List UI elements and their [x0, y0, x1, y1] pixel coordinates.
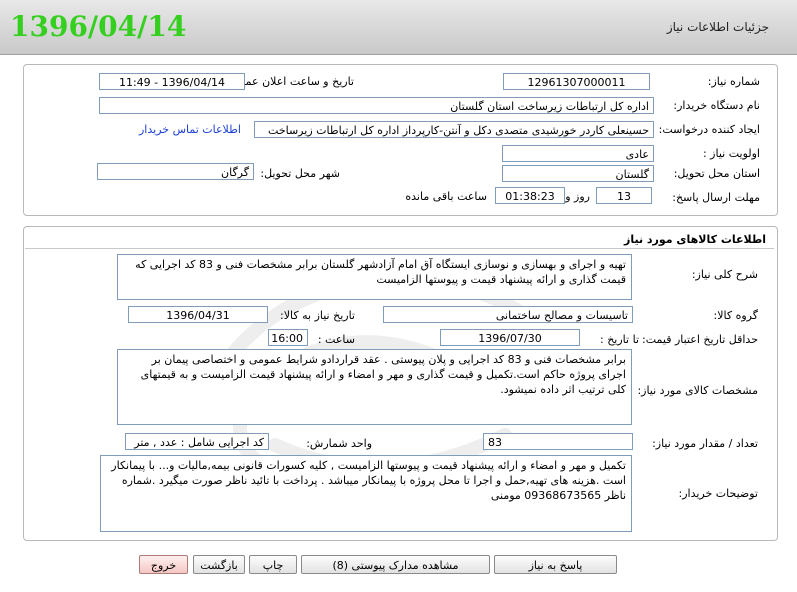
exit-button[interactable]: خروج [139, 555, 188, 574]
buyer-org-field: اداره کل ارتباطات زیرساخت استان گلستان [99, 97, 654, 114]
buyer-contact-link[interactable]: اطلاعات تماس خریدار [139, 123, 241, 136]
delivery-province-field: گلستان [502, 165, 654, 182]
need-date-label: تاریخ نیاز به کالا: [280, 309, 355, 322]
view-attachments-button[interactable]: مشاهده مدارک پیوستی (8) [301, 555, 490, 574]
page-title: جزئیات اطلاعات نیاز [666, 20, 769, 34]
print-button[interactable]: چاپ [249, 555, 297, 574]
reply-deadline-label: مهلت ارسال پاسخ: [672, 191, 760, 204]
until-date-field: 1396/07/30 [440, 329, 580, 346]
goods-specs-field: برابر مشخصات فنی و 83 کد اجرایی و پلان پ… [117, 349, 632, 425]
hour-field: 16:00 [268, 329, 308, 346]
delivery-province-label: استان محل تحویل: [673, 167, 760, 180]
delivery-city-label: شهر محل تحویل: [260, 167, 340, 180]
general-desc-label: شرح کلی نیاز: [691, 268, 758, 281]
hour-label: ساعت : [317, 333, 355, 346]
delivery-city-field: گرگان [97, 163, 254, 180]
request-creator-field: حسینعلی کاردر خورشیدی متصدی دکل و آنتن-ک… [254, 121, 654, 138]
buyer-notes-label: توضیحات خریدار: [678, 487, 759, 500]
general-desc-field: تهیه و اجرای و بهسازی و نوسازی ایستگاه آ… [117, 254, 632, 300]
price-validity-label: حداقل تاریخ اعتبار قیمت: [642, 333, 758, 346]
request-creator-label: ایجاد کننده درخواست: [658, 123, 760, 136]
buyer-notes-field: تکمیل و مهر و امضاء و ارائه پیشنهاد قیمت… [100, 455, 632, 532]
goods-specs-label: مشخصات کالای مورد نیاز: [637, 384, 758, 397]
quantity-label: تعداد / مقدار مورد نیاز: [652, 437, 758, 450]
quantity-field: 83 [483, 433, 633, 450]
remaining-days-field: 13 [596, 187, 652, 204]
reply-to-need-button[interactable]: پاسخ به نیاز [494, 555, 617, 574]
time-unit-label: ساعت باقی مانده [405, 190, 487, 203]
priority-label: اولویت نیاز : [702, 147, 760, 160]
need-date-field: 1396/04/31 [128, 306, 268, 323]
until-date-label: تا تاریخ : [600, 333, 639, 346]
goods-group-label: گروه کالا: [713, 309, 758, 322]
priority-field: عادی [502, 145, 654, 162]
announce-datetime-field: 1396/04/14 - 11:49 [99, 73, 245, 90]
back-button[interactable]: بازگشت [193, 555, 245, 574]
goods-group-field: تاسیسات و مصالح ساختمانی [383, 306, 633, 323]
buyer-org-label: نام دستگاه خریدار: [673, 99, 760, 112]
need-number-label: شماره نیاز: [707, 75, 760, 88]
need-number-field: 12961307000011 [503, 73, 650, 90]
unit-field: کد اجرایی شامل : عدد , متر [125, 433, 269, 450]
days-unit-label: روز و [565, 190, 590, 203]
remaining-time-field: 01:38:23 [495, 187, 565, 204]
goods-section-title: اطلاعات کالاهای مورد نیاز [624, 233, 766, 246]
date-stamp: 1396/04/14 [10, 10, 187, 43]
unit-label: واحد شمارش: [306, 437, 372, 450]
